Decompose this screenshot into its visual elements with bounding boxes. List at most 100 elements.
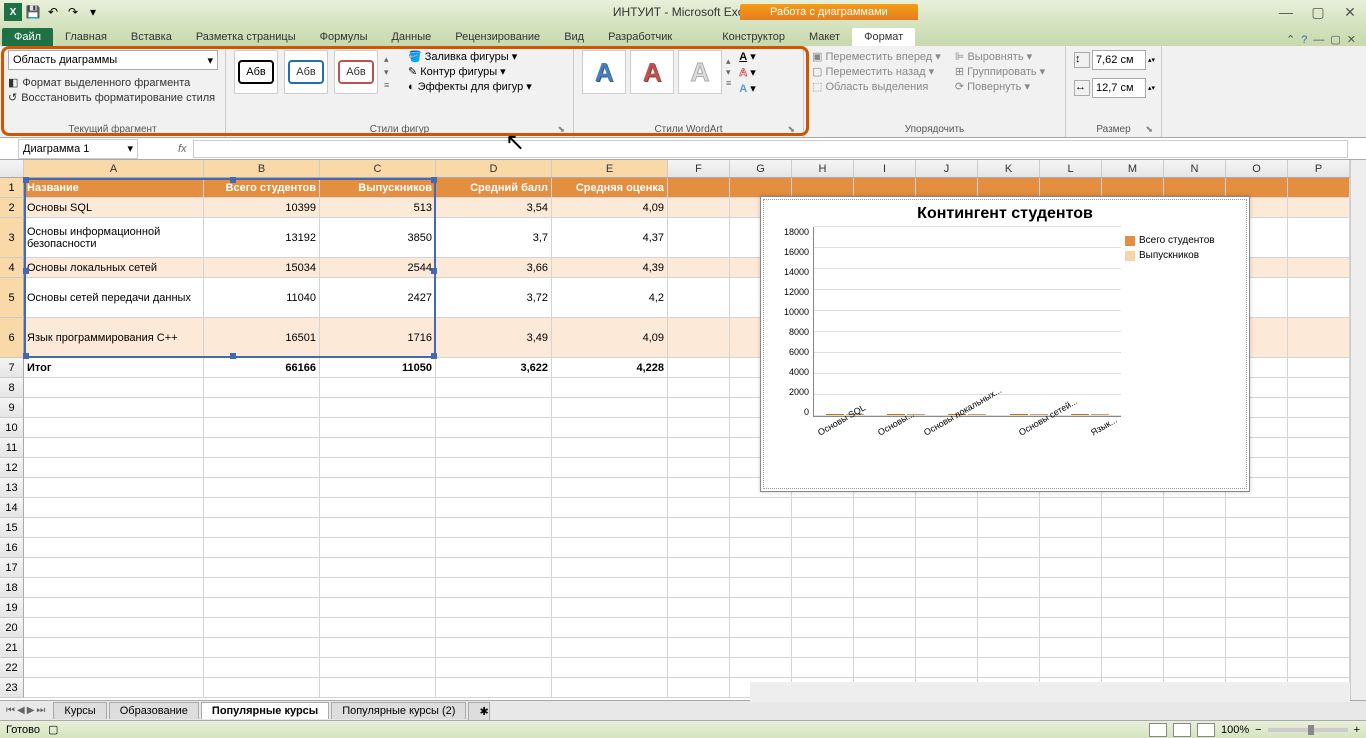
row-header[interactable]: 2 [0, 198, 24, 218]
shape-style-3[interactable]: Абв [334, 50, 378, 94]
cell[interactable] [320, 498, 436, 518]
cell[interactable] [668, 318, 730, 358]
shape-style-more[interactable]: ▴▾≡ [384, 54, 398, 90]
row-header[interactable]: 21 [0, 638, 24, 658]
cell[interactable] [1164, 578, 1226, 598]
cell[interactable] [854, 518, 916, 538]
row-header[interactable]: 5 [0, 278, 24, 318]
zoom-level[interactable]: 100% [1221, 724, 1249, 736]
cell[interactable]: Средняя оценка [552, 178, 668, 198]
cell[interactable] [1288, 478, 1350, 498]
cell[interactable] [436, 518, 552, 538]
cell[interactable] [204, 558, 320, 578]
cell[interactable] [320, 458, 436, 478]
cell[interactable]: 513 [320, 198, 436, 218]
first-sheet-icon[interactable]: ⏮ [6, 705, 15, 716]
cell[interactable] [1102, 618, 1164, 638]
cell[interactable] [1226, 538, 1288, 558]
cell[interactable] [1288, 258, 1350, 278]
cell[interactable] [668, 378, 730, 398]
cell[interactable] [204, 458, 320, 478]
cell[interactable] [1288, 538, 1350, 558]
cell[interactable] [320, 638, 436, 658]
minimize-ribbon-icon[interactable]: ⌃ [1286, 33, 1295, 46]
doc-close-icon[interactable]: ✕ [1347, 33, 1356, 46]
cell[interactable] [730, 638, 792, 658]
cell[interactable] [1288, 278, 1350, 318]
col-header[interactable]: P [1288, 160, 1350, 177]
cell[interactable]: 11050 [320, 358, 436, 378]
cell[interactable] [1288, 438, 1350, 458]
cell[interactable] [854, 538, 916, 558]
redo-icon[interactable]: ↷ [64, 3, 82, 21]
cell[interactable] [668, 658, 730, 678]
cell[interactable]: 3,66 [436, 258, 552, 278]
cell[interactable] [668, 678, 730, 698]
cell[interactable] [320, 518, 436, 538]
dialog-launcher-icon[interactable]: ⬊ [787, 124, 795, 135]
cell[interactable] [1040, 658, 1102, 678]
help-icon[interactable]: ? [1301, 34, 1307, 46]
send-backward-button[interactable]: ▢ Переместить назад ▾ [812, 65, 941, 78]
cell[interactable] [24, 478, 204, 498]
cell[interactable]: 2544 [320, 258, 436, 278]
cell[interactable] [204, 598, 320, 618]
cell[interactable] [436, 458, 552, 478]
selection-pane-button[interactable]: ⬚ Область выделения [812, 80, 941, 93]
cell[interactable] [1040, 538, 1102, 558]
tab-formulas[interactable]: Формулы [308, 28, 380, 46]
worksheet-grid[interactable]: A B C D E F G H I J K L M N O P 1Названи… [0, 160, 1366, 700]
cell[interactable] [1164, 498, 1226, 518]
row-header[interactable]: 14 [0, 498, 24, 518]
shape-style-2[interactable]: Абв [284, 50, 328, 94]
cell[interactable] [1102, 558, 1164, 578]
cell[interactable] [978, 638, 1040, 658]
cell[interactable] [436, 678, 552, 698]
cell[interactable] [1288, 658, 1350, 678]
cell[interactable] [552, 398, 668, 418]
cell[interactable] [436, 498, 552, 518]
cell[interactable] [730, 518, 792, 538]
text-effects-button[interactable]: A ▾ [739, 82, 756, 95]
spinner-icon[interactable]: ▴▾ [1148, 56, 1160, 64]
cell[interactable] [24, 558, 204, 578]
cell[interactable]: Выпускников [320, 178, 436, 198]
cell[interactable] [668, 618, 730, 638]
cell[interactable] [1288, 398, 1350, 418]
cell[interactable] [1288, 558, 1350, 578]
cell[interactable] [854, 578, 916, 598]
cell[interactable] [854, 618, 916, 638]
cell[interactable] [204, 538, 320, 558]
wordart-style-3[interactable]: А [678, 50, 722, 94]
cell[interactable] [552, 558, 668, 578]
cell[interactable]: 3,72 [436, 278, 552, 318]
cell[interactable] [668, 518, 730, 538]
cell[interactable] [436, 538, 552, 558]
cell[interactable] [1040, 638, 1102, 658]
cell[interactable] [436, 398, 552, 418]
cell[interactable] [978, 178, 1040, 198]
wordart-style-1[interactable]: А [582, 50, 626, 94]
cell[interactable] [1040, 618, 1102, 638]
cell[interactable]: 10399 [204, 198, 320, 218]
cell[interactable] [24, 658, 204, 678]
cell[interactable] [792, 538, 854, 558]
cell[interactable] [792, 518, 854, 538]
cell[interactable] [854, 638, 916, 658]
cell[interactable] [1102, 638, 1164, 658]
cell[interactable]: 3,7 [436, 218, 552, 258]
cell[interactable] [668, 598, 730, 618]
cell[interactable] [436, 378, 552, 398]
cell[interactable] [1226, 658, 1288, 678]
cell[interactable] [792, 558, 854, 578]
shape-fill-button[interactable]: 🪣Заливка фигуры ▾ [408, 50, 532, 63]
cell[interactable] [1226, 518, 1288, 538]
cell[interactable] [24, 518, 204, 538]
cell[interactable] [320, 578, 436, 598]
cell[interactable] [1226, 578, 1288, 598]
close-icon[interactable]: ✕ [1338, 4, 1362, 21]
shape-effects-button[interactable]: ◐Эффекты для фигур ▾ [408, 80, 532, 93]
cell[interactable] [730, 618, 792, 638]
qat-more-icon[interactable]: ▾ [84, 3, 102, 21]
sheet-tab-active[interactable]: Популярные курсы [201, 702, 329, 719]
